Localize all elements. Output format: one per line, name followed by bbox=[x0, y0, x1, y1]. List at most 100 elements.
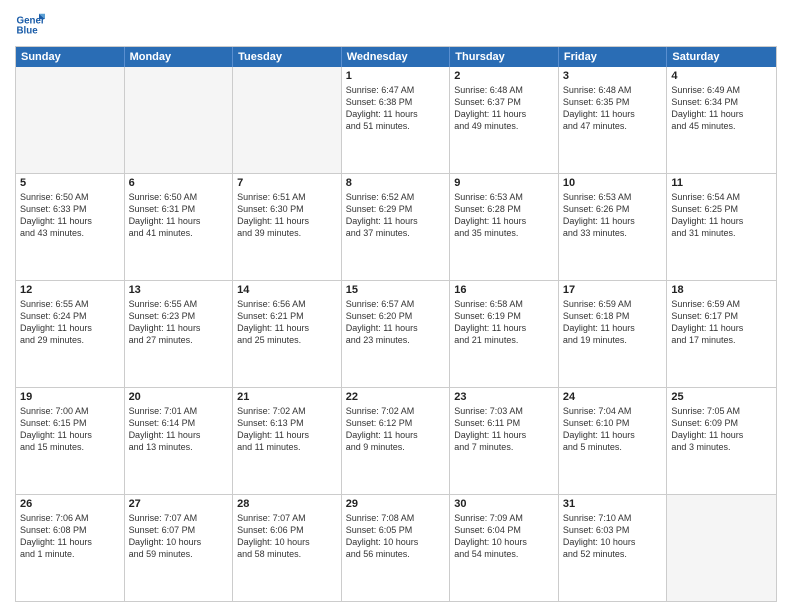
day-number: 20 bbox=[129, 391, 229, 403]
day-info: Sunrise: 6:59 AM Sunset: 6:18 PM Dayligh… bbox=[563, 298, 663, 347]
day-cell: 25 Sunrise: 7:05 AM Sunset: 6:09 PM Dayli… bbox=[667, 388, 776, 494]
day-cell: 13 Sunrise: 6:55 AM Sunset: 6:23 PM Dayli… bbox=[125, 281, 234, 387]
day-cell: 28 Sunrise: 7:07 AM Sunset: 6:06 PM Dayli… bbox=[233, 495, 342, 601]
day-header-wednesday: Wednesday bbox=[342, 47, 451, 67]
day-cell: 24Sunrise: 7:04 AM Sunset: 6:10 PM Dayli… bbox=[559, 388, 668, 494]
day-number: 1 bbox=[346, 70, 446, 82]
day-cell: 2 Sunrise: 6:48 AM Sunset: 6:37 PM Daylig… bbox=[450, 67, 559, 173]
day-info: Sunrise: 7:10 AM Sunset: 6:03 PM Dayligh… bbox=[563, 512, 663, 561]
day-cell: 14 Sunrise: 6:56 AM Sunset: 6:21 PM Dayli… bbox=[233, 281, 342, 387]
day-number: 10 bbox=[563, 177, 663, 189]
day-cell: 17 Sunrise: 6:59 AM Sunset: 6:18 PM Dayli… bbox=[559, 281, 668, 387]
day-header-tuesday: Tuesday bbox=[233, 47, 342, 67]
week-row: 26 Sunrise: 7:06 AM Sunset: 6:08 PM Dayli… bbox=[16, 494, 776, 601]
day-number: 15 bbox=[346, 284, 446, 296]
day-number: 28 bbox=[237, 498, 337, 510]
day-info: Sunrise: 7:01 AM Sunset: 6:14 PM Dayligh… bbox=[129, 405, 229, 454]
day-info: Sunrise: 6:47 AM Sunset: 6:38 PM Dayligh… bbox=[346, 84, 446, 133]
day-number: 21 bbox=[237, 391, 337, 403]
day-info: Sunrise: 7:09 AM Sunset: 6:04 PM Dayligh… bbox=[454, 512, 554, 561]
day-number: 16 bbox=[454, 284, 554, 296]
day-number: 18 bbox=[671, 284, 772, 296]
day-info: Sunrise: 6:59 AM Sunset: 6:17 PM Dayligh… bbox=[671, 298, 772, 347]
day-info: Sunrise: 6:49 AM Sunset: 6:34 PM Dayligh… bbox=[671, 84, 772, 133]
day-cell: 4 Sunrise: 6:49 AM Sunset: 6:34 PM Daylig… bbox=[667, 67, 776, 173]
day-header-sunday: Sunday bbox=[16, 47, 125, 67]
logo-icon: General Blue bbox=[15, 10, 45, 40]
week-row: 19Sunrise: 7:00 AM Sunset: 6:15 PM Dayli… bbox=[16, 387, 776, 494]
day-number: 27 bbox=[129, 498, 229, 510]
day-cell bbox=[667, 495, 776, 601]
day-number: 17 bbox=[563, 284, 663, 296]
day-info: Sunrise: 6:57 AM Sunset: 6:20 PM Dayligh… bbox=[346, 298, 446, 347]
day-number: 9 bbox=[454, 177, 554, 189]
day-number: 14 bbox=[237, 284, 337, 296]
week-row: 1 Sunrise: 6:47 AM Sunset: 6:38 PM Daylig… bbox=[16, 67, 776, 173]
day-header-monday: Monday bbox=[125, 47, 234, 67]
day-info: Sunrise: 6:56 AM Sunset: 6:21 PM Dayligh… bbox=[237, 298, 337, 347]
day-number: 23 bbox=[454, 391, 554, 403]
day-cell: 8Sunrise: 6:52 AM Sunset: 6:29 PM Daylig… bbox=[342, 174, 451, 280]
day-info: Sunrise: 6:55 AM Sunset: 6:23 PM Dayligh… bbox=[129, 298, 229, 347]
day-cell: 6Sunrise: 6:50 AM Sunset: 6:31 PM Daylig… bbox=[125, 174, 234, 280]
day-cell: 23 Sunrise: 7:03 AM Sunset: 6:11 PM Dayli… bbox=[450, 388, 559, 494]
day-cell: 3Sunrise: 6:48 AM Sunset: 6:35 PM Daylig… bbox=[559, 67, 668, 173]
day-info: Sunrise: 7:02 AM Sunset: 6:13 PM Dayligh… bbox=[237, 405, 337, 454]
day-info: Sunrise: 7:03 AM Sunset: 6:11 PM Dayligh… bbox=[454, 405, 554, 454]
day-cell: 19Sunrise: 7:00 AM Sunset: 6:15 PM Dayli… bbox=[16, 388, 125, 494]
day-cell: 21 Sunrise: 7:02 AM Sunset: 6:13 PM Dayli… bbox=[233, 388, 342, 494]
day-info: Sunrise: 7:02 AM Sunset: 6:12 PM Dayligh… bbox=[346, 405, 446, 454]
day-info: Sunrise: 7:00 AM Sunset: 6:15 PM Dayligh… bbox=[20, 405, 120, 454]
day-cell: 27Sunrise: 7:07 AM Sunset: 6:07 PM Dayli… bbox=[125, 495, 234, 601]
day-cell: 5Sunrise: 6:50 AM Sunset: 6:33 PM Daylig… bbox=[16, 174, 125, 280]
day-header-thursday: Thursday bbox=[450, 47, 559, 67]
day-info: Sunrise: 7:07 AM Sunset: 6:06 PM Dayligh… bbox=[237, 512, 337, 561]
day-cell: 16 Sunrise: 6:58 AM Sunset: 6:19 PM Dayli… bbox=[450, 281, 559, 387]
svg-text:Blue: Blue bbox=[17, 25, 39, 36]
day-info: Sunrise: 6:54 AM Sunset: 6:25 PM Dayligh… bbox=[671, 191, 772, 240]
day-number: 4 bbox=[671, 70, 772, 82]
day-info: Sunrise: 7:05 AM Sunset: 6:09 PM Dayligh… bbox=[671, 405, 772, 454]
day-cell: 1 Sunrise: 6:47 AM Sunset: 6:38 PM Daylig… bbox=[342, 67, 451, 173]
day-info: Sunrise: 6:53 AM Sunset: 6:26 PM Dayligh… bbox=[563, 191, 663, 240]
day-number: 12 bbox=[20, 284, 120, 296]
day-number: 5 bbox=[20, 177, 120, 189]
day-number: 3 bbox=[563, 70, 663, 82]
day-cell: 11 Sunrise: 6:54 AM Sunset: 6:25 PM Dayli… bbox=[667, 174, 776, 280]
day-number: 6 bbox=[129, 177, 229, 189]
day-cell: 29Sunrise: 7:08 AM Sunset: 6:05 PM Dayli… bbox=[342, 495, 451, 601]
day-cell: 18 Sunrise: 6:59 AM Sunset: 6:17 PM Dayli… bbox=[667, 281, 776, 387]
day-info: Sunrise: 7:06 AM Sunset: 6:08 PM Dayligh… bbox=[20, 512, 120, 561]
day-number: 25 bbox=[671, 391, 772, 403]
day-cell: 15 Sunrise: 6:57 AM Sunset: 6:20 PM Dayli… bbox=[342, 281, 451, 387]
day-number: 31 bbox=[563, 498, 663, 510]
week-row: 5Sunrise: 6:50 AM Sunset: 6:33 PM Daylig… bbox=[16, 173, 776, 280]
day-number: 2 bbox=[454, 70, 554, 82]
day-number: 24 bbox=[563, 391, 663, 403]
day-cell bbox=[125, 67, 234, 173]
day-number: 11 bbox=[671, 177, 772, 189]
day-cell: 26 Sunrise: 7:06 AM Sunset: 6:08 PM Dayli… bbox=[16, 495, 125, 601]
day-info: Sunrise: 6:55 AM Sunset: 6:24 PM Dayligh… bbox=[20, 298, 120, 347]
day-cell: 7Sunrise: 6:51 AM Sunset: 6:30 PM Daylig… bbox=[233, 174, 342, 280]
day-headers: SundayMondayTuesdayWednesdayThursdayFrid… bbox=[16, 47, 776, 67]
day-cell bbox=[233, 67, 342, 173]
day-info: Sunrise: 6:53 AM Sunset: 6:28 PM Dayligh… bbox=[454, 191, 554, 240]
day-cell: 22 Sunrise: 7:02 AM Sunset: 6:12 PM Dayli… bbox=[342, 388, 451, 494]
day-number: 22 bbox=[346, 391, 446, 403]
day-info: Sunrise: 7:08 AM Sunset: 6:05 PM Dayligh… bbox=[346, 512, 446, 561]
day-cell bbox=[16, 67, 125, 173]
header: General Blue bbox=[15, 10, 777, 40]
day-number: 26 bbox=[20, 498, 120, 510]
day-number: 13 bbox=[129, 284, 229, 296]
weeks: 1 Sunrise: 6:47 AM Sunset: 6:38 PM Daylig… bbox=[16, 67, 776, 601]
day-info: Sunrise: 6:58 AM Sunset: 6:19 PM Dayligh… bbox=[454, 298, 554, 347]
day-cell: 12 Sunrise: 6:55 AM Sunset: 6:24 PM Dayli… bbox=[16, 281, 125, 387]
day-number: 7 bbox=[237, 177, 337, 189]
day-info: Sunrise: 6:48 AM Sunset: 6:37 PM Dayligh… bbox=[454, 84, 554, 133]
logo: General Blue bbox=[15, 10, 45, 40]
day-cell: 9 Sunrise: 6:53 AM Sunset: 6:28 PM Daylig… bbox=[450, 174, 559, 280]
day-cell: 31 Sunrise: 7:10 AM Sunset: 6:03 PM Dayli… bbox=[559, 495, 668, 601]
day-cell: 30Sunrise: 7:09 AM Sunset: 6:04 PM Dayli… bbox=[450, 495, 559, 601]
page: General Blue SundayMondayTuesdayWednesda… bbox=[0, 0, 792, 612]
